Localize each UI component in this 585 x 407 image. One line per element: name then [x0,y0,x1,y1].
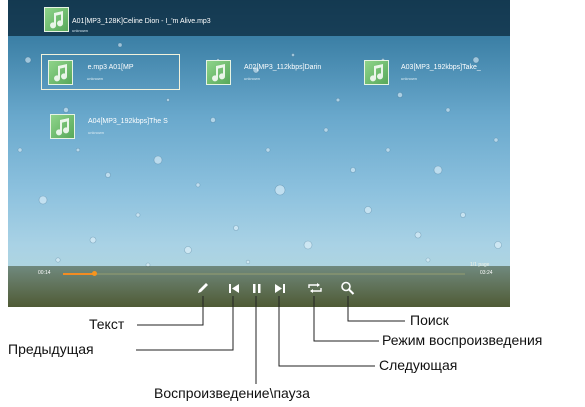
callout-previous: Предыдущая [8,341,94,357]
callout-next: Следующая [379,357,458,373]
callout-search: Поиск [410,312,449,328]
callout-play-mode: Режим воспроизведения [382,332,543,348]
callout-text: Текст [89,316,125,332]
callout-play-pause: Воспроизведение\пауза [154,385,310,401]
